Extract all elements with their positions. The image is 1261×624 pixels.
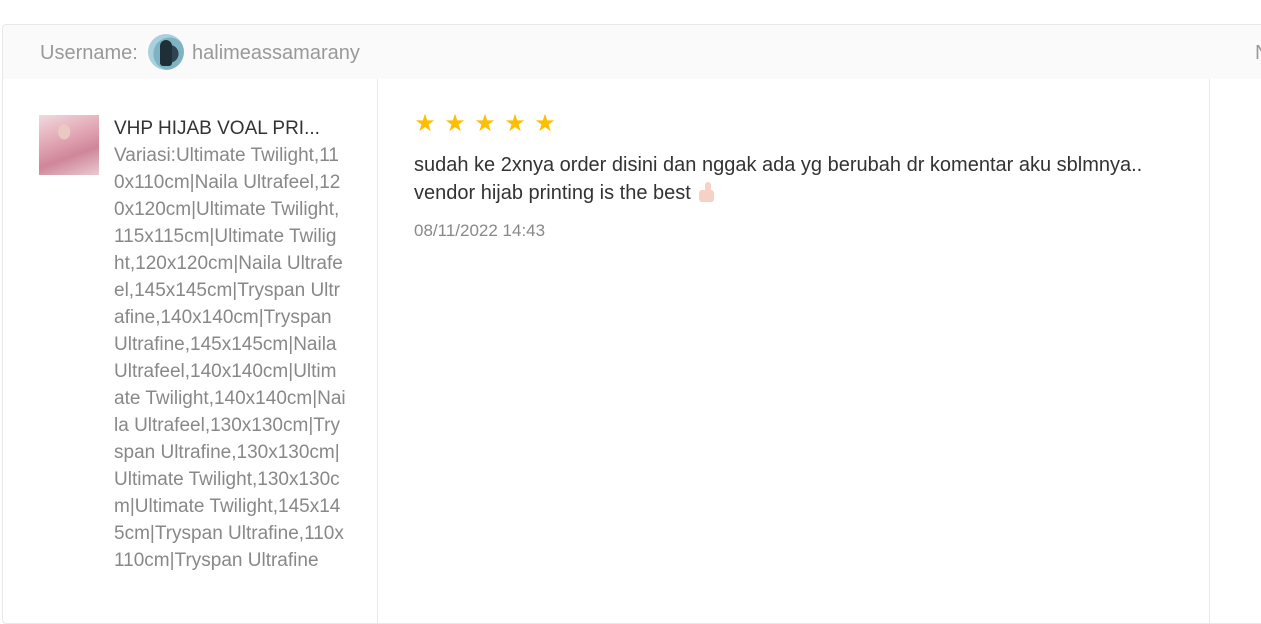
- review-card: Username: halimeassamarany N VHP HIJAB V…: [2, 24, 1261, 624]
- username[interactable]: halimeassamarany: [192, 42, 360, 65]
- username-label: Username:: [40, 42, 138, 64]
- header-right-text: N: [1255, 42, 1261, 65]
- product-variation: Variasi:Ultimate Twilight,110x110cm|Nail…: [114, 145, 346, 571]
- thumb-fist-part: [698, 190, 714, 202]
- thumbs-up-icon: [697, 182, 715, 202]
- review-card-header: Username: halimeassamarany N: [3, 25, 1261, 79]
- review-text-body: sudah ke 2xnya order disini dan nggak ad…: [414, 154, 1143, 204]
- rating-stars: ★ ★ ★ ★ ★: [414, 110, 564, 137]
- review-text: sudah ke 2xnya order disini dan nggak ad…: [414, 151, 1194, 207]
- product-name[interactable]: VHP HIJAB VOAL PRI...: [114, 115, 344, 142]
- product-thumbnail[interactable]: [39, 115, 99, 175]
- product-info: VHP HIJAB VOAL PRI... Variasi:Ultimate T…: [3, 79, 378, 623]
- review-date: 08/11/2022 14:43: [414, 221, 546, 240]
- user-avatar[interactable]: [148, 34, 184, 70]
- star-icon: ★: [414, 110, 436, 137]
- star-icon: ★: [534, 110, 556, 137]
- star-icon: ★: [504, 110, 526, 137]
- review-content: ★ ★ ★ ★ ★ sudah ke 2xnya order disini dan ng…: [378, 79, 1210, 623]
- star-icon: ★: [474, 110, 496, 137]
- star-icon: ★: [444, 110, 466, 137]
- avatar-figure: [160, 40, 172, 66]
